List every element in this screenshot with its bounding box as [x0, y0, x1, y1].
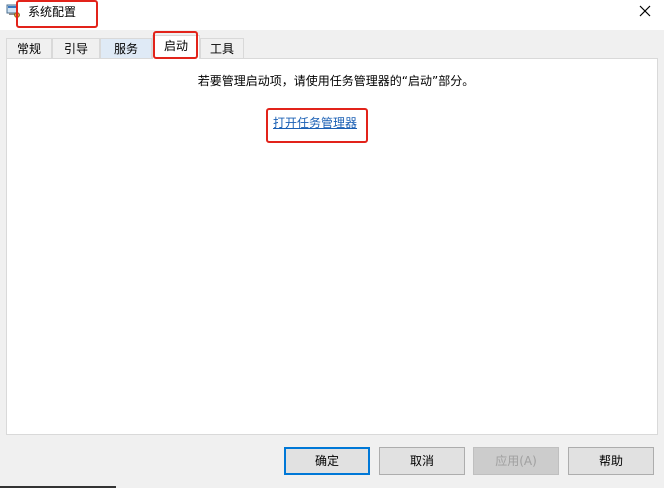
close-button[interactable]: [632, 0, 658, 24]
close-icon: [639, 5, 651, 20]
open-task-manager-link[interactable]: 打开任务管理器: [273, 115, 357, 131]
tab-general[interactable]: 常规: [6, 38, 52, 58]
tab-services[interactable]: 服务: [100, 38, 152, 58]
tab-startup[interactable]: 启动: [152, 35, 200, 59]
dialog-body: 常规 引导 服务 启动 工具 若要管理启动项，请使用任务管理器的“启动”部分。 …: [0, 30, 664, 488]
tab-services-label: 服务: [113, 42, 138, 56]
tab-general-label: 常规: [16, 42, 41, 56]
tab-tools[interactable]: 工具: [200, 38, 244, 58]
tab-tools-label: 工具: [209, 42, 234, 56]
tab-startup-label: 启动: [163, 39, 188, 53]
tab-boot[interactable]: 引导: [52, 38, 100, 58]
startup-tab-panel: 若要管理启动项，请使用任务管理器的“启动”部分。 打开任务管理器: [6, 58, 658, 435]
startup-message: 若要管理启动项，请使用任务管理器的“启动”部分。: [197, 74, 475, 88]
title-bar: 系统配置: [0, 0, 664, 30]
cancel-button[interactable]: 取消: [379, 447, 465, 475]
ok-button[interactable]: 确定: [284, 447, 370, 475]
help-button[interactable]: 帮助: [568, 447, 654, 475]
window-title: 系统配置: [28, 5, 77, 19]
tab-boot-label: 引导: [63, 42, 88, 56]
msconfig-icon: [6, 4, 20, 18]
apply-button[interactable]: 应用(A): [473, 447, 559, 475]
system-configuration-window: 系统配置 常规 引导 服务 启动 工具 若要管理启动项，请使用任务管理器的“启动…: [0, 0, 664, 488]
